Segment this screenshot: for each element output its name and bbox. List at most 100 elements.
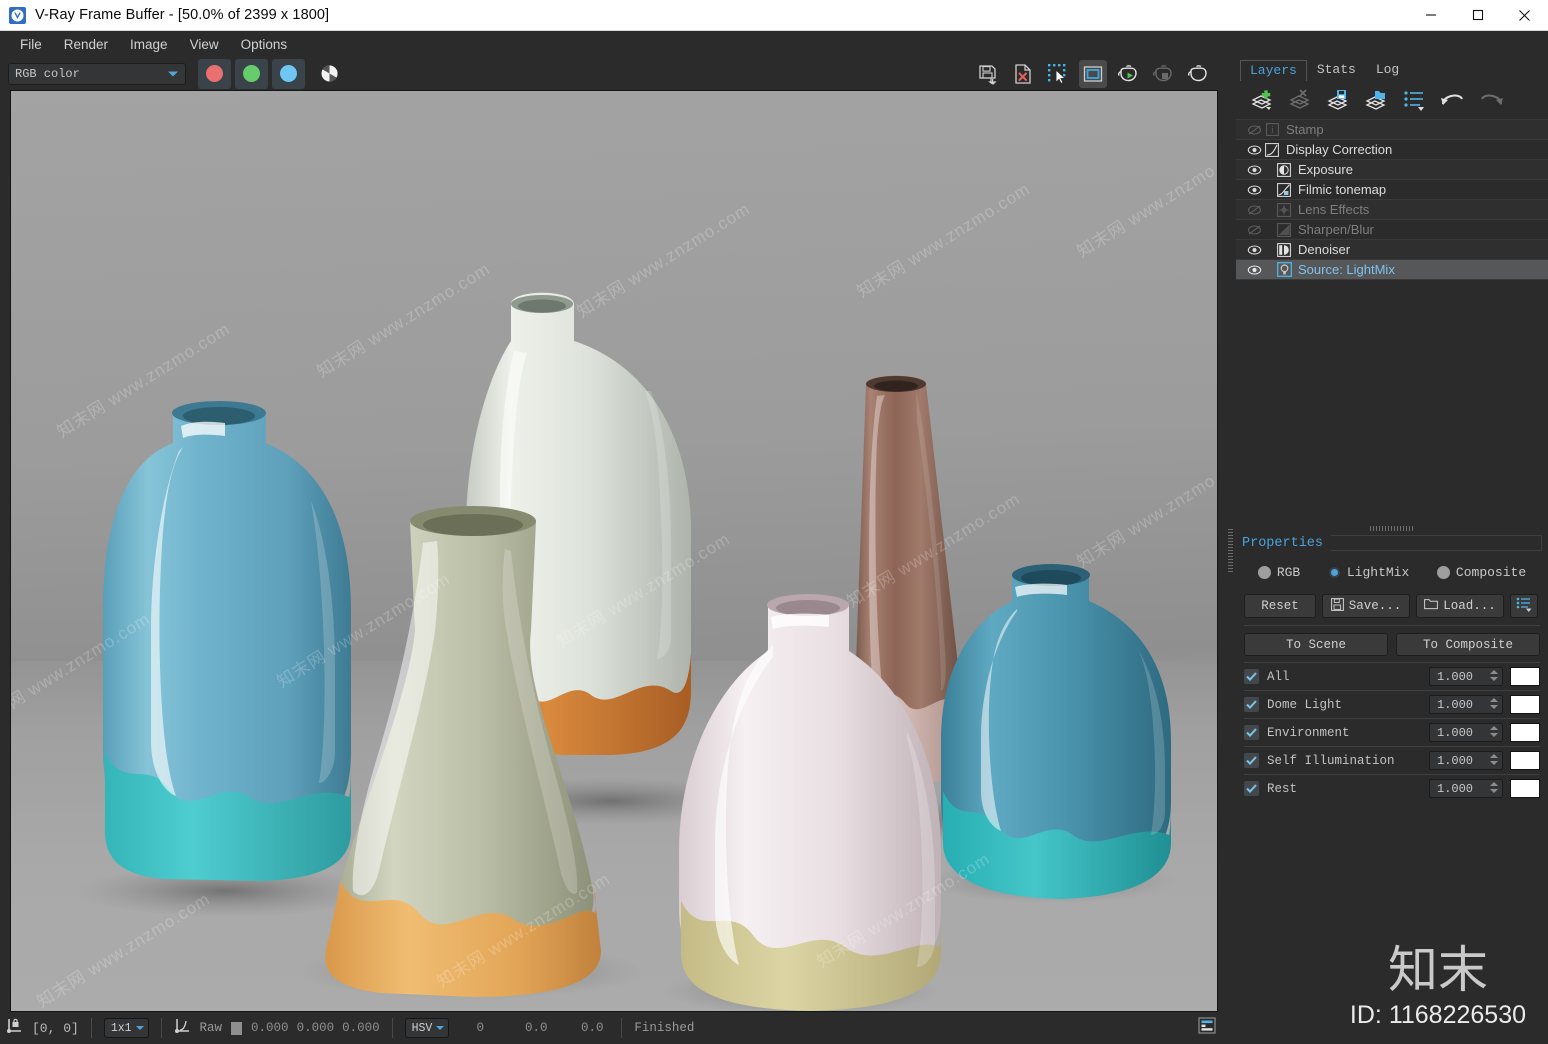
green-channel-button[interactable] bbox=[235, 58, 268, 89]
vray-frame-buffer-window: V-Ray Frame Buffer - [50.0% of 2399 x 18… bbox=[0, 0, 1548, 1044]
eye-on-icon[interactable] bbox=[1244, 164, 1264, 176]
spinner-arrows[interactable] bbox=[1490, 698, 1498, 709]
eye-on-icon[interactable] bbox=[1244, 144, 1264, 156]
lightmix-color-swatch-self-illumination[interactable] bbox=[1510, 751, 1540, 770]
save-layer-icon[interactable] bbox=[1326, 87, 1352, 113]
layer-label: Source: LightMix bbox=[1298, 262, 1395, 277]
layer-row-display-correction[interactable]: Display Correction bbox=[1236, 140, 1548, 160]
lightmix-intensity-rest[interactable]: 1.000 bbox=[1429, 779, 1503, 798]
stop-render-icon[interactable] bbox=[1149, 60, 1177, 88]
lightmix-color-swatch-environment[interactable] bbox=[1510, 723, 1540, 742]
eye-off-icon[interactable] bbox=[1244, 224, 1264, 236]
tab-layers[interactable]: Layers bbox=[1240, 60, 1307, 81]
checkbox-self-illumination[interactable] bbox=[1244, 753, 1259, 768]
lightmix-color-swatch-rest[interactable] bbox=[1510, 779, 1540, 798]
properties-menu-button[interactable] bbox=[1510, 594, 1538, 618]
save-button[interactable]: Save... bbox=[1322, 594, 1410, 618]
to-scene-button[interactable]: To Scene bbox=[1244, 633, 1388, 656]
lightmix-intensity-dome-light[interactable]: 1.000 bbox=[1429, 695, 1503, 714]
layer-row-source-lightmix[interactable]: Source: LightMix bbox=[1236, 260, 1548, 280]
maximize-button[interactable] bbox=[1454, 0, 1501, 31]
menu-list-icon bbox=[1516, 596, 1533, 616]
tab-stats[interactable]: Stats bbox=[1307, 59, 1366, 81]
pixel-lock-icon[interactable] bbox=[6, 1017, 24, 1039]
menu-options[interactable]: Options bbox=[231, 34, 298, 55]
color-mode-select[interactable]: HSV bbox=[404, 1018, 450, 1038]
vase-scene bbox=[76, 292, 1176, 1011]
radio-composite[interactable]: Composite bbox=[1436, 564, 1527, 580]
checkbox-dome-light[interactable] bbox=[1244, 697, 1259, 712]
layer-row-stamp[interactable]: i Stamp bbox=[1236, 120, 1548, 140]
menu-image[interactable]: Image bbox=[120, 34, 178, 55]
properties-header: Properties bbox=[1242, 534, 1542, 552]
render-viewport[interactable]: 知末网 www.znzmo.com 知末网 www.znzmo.com 知末网 … bbox=[10, 90, 1218, 1012]
curve-icon[interactable] bbox=[174, 1017, 192, 1039]
panel-splitter[interactable] bbox=[1224, 57, 1236, 1044]
alpha-channel-icon[interactable] bbox=[315, 59, 343, 89]
spinner-arrows[interactable] bbox=[1490, 754, 1498, 765]
add-layer-icon[interactable] bbox=[1250, 87, 1276, 113]
panel-tabs: Layers Stats Log bbox=[1236, 57, 1548, 81]
to-composite-button[interactable]: To Composite bbox=[1396, 633, 1540, 656]
sample-size-select[interactable]: 1x1 bbox=[103, 1018, 149, 1038]
menu-render[interactable]: Render bbox=[54, 34, 118, 55]
render-last-icon[interactable] bbox=[1114, 60, 1142, 88]
eye-on-icon[interactable] bbox=[1244, 184, 1264, 196]
save-icon bbox=[1330, 597, 1344, 615]
channel-select[interactable]: RGB color bbox=[8, 62, 186, 85]
teal-round-vase bbox=[941, 564, 1171, 899]
lightmix-intensity-self-illumination[interactable]: 1.000 bbox=[1429, 751, 1503, 770]
save-image-icon[interactable] bbox=[974, 60, 1002, 88]
reset-button[interactable]: Reset bbox=[1244, 594, 1316, 618]
window-controls bbox=[1407, 0, 1548, 31]
layer-row-denoiser[interactable]: Denoiser bbox=[1236, 240, 1548, 260]
undo-icon[interactable] bbox=[1440, 87, 1466, 113]
spinner-arrows[interactable] bbox=[1490, 782, 1498, 793]
checkbox-all[interactable] bbox=[1244, 669, 1259, 684]
radio-label: LightMix bbox=[1346, 564, 1410, 580]
properties-splitter[interactable] bbox=[1236, 522, 1548, 534]
layer-label: Filmic tonemap bbox=[1298, 182, 1387, 197]
lightmix-intensity-all[interactable]: 1.000 bbox=[1429, 667, 1503, 686]
render-icon[interactable] bbox=[1184, 60, 1212, 88]
delete-layer-icon[interactable] bbox=[1288, 87, 1314, 113]
layer-label: Exposure bbox=[1298, 162, 1353, 177]
menu-file[interactable]: File bbox=[10, 34, 52, 55]
clear-image-icon[interactable] bbox=[1009, 60, 1037, 88]
spinner-arrows[interactable] bbox=[1490, 670, 1498, 681]
load-button[interactable]: Load... bbox=[1416, 594, 1504, 618]
load-layer-icon[interactable] bbox=[1364, 87, 1390, 113]
lightmix-intensity-environment[interactable]: 1.000 bbox=[1429, 723, 1503, 742]
checkbox-environment[interactable] bbox=[1244, 725, 1259, 740]
sharpen-blur-icon bbox=[1276, 222, 1292, 238]
layer-row-lens-effects[interactable]: Lens Effects bbox=[1236, 200, 1548, 220]
layer-row-sharpen-blur[interactable]: Sharpen/Blur bbox=[1236, 220, 1548, 240]
layer-row-exposure[interactable]: Exposure bbox=[1236, 160, 1548, 180]
lightmix-color-swatch-all[interactable] bbox=[1510, 667, 1540, 686]
layer-row-filmic-tonemap[interactable]: Filmic tonemap bbox=[1236, 180, 1548, 200]
blue-channel-button[interactable] bbox=[272, 58, 305, 89]
eye-off-icon[interactable] bbox=[1244, 204, 1264, 216]
show-viewport-icon[interactable] bbox=[1079, 59, 1107, 88]
radio-label: Composite bbox=[1455, 564, 1527, 580]
tab-log[interactable]: Log bbox=[1366, 59, 1409, 81]
to-scene-label: To Scene bbox=[1285, 637, 1346, 652]
close-button[interactable] bbox=[1501, 0, 1548, 31]
spinner-arrows[interactable] bbox=[1490, 726, 1498, 737]
radio-lightmix[interactable]: LightMix bbox=[1327, 564, 1410, 580]
checkbox-rest[interactable] bbox=[1244, 781, 1259, 796]
redo-icon[interactable] bbox=[1478, 87, 1504, 113]
stamp-panel-icon[interactable] bbox=[1196, 1016, 1218, 1040]
raw-label: Raw bbox=[199, 1021, 223, 1035]
eye-on-icon[interactable] bbox=[1244, 244, 1264, 256]
red-channel-button[interactable] bbox=[198, 58, 231, 89]
radio-label: RGB bbox=[1276, 564, 1301, 580]
radio-rgb[interactable]: RGB bbox=[1257, 564, 1301, 580]
lightmix-color-swatch-dome-light[interactable] bbox=[1510, 695, 1540, 714]
menu-view[interactable]: View bbox=[180, 34, 229, 55]
eye-on-icon[interactable] bbox=[1244, 264, 1264, 276]
layer-list-icon[interactable] bbox=[1402, 87, 1428, 113]
region-select-icon[interactable] bbox=[1044, 60, 1072, 88]
minimize-button[interactable] bbox=[1407, 0, 1454, 31]
eye-off-icon[interactable] bbox=[1244, 124, 1264, 136]
